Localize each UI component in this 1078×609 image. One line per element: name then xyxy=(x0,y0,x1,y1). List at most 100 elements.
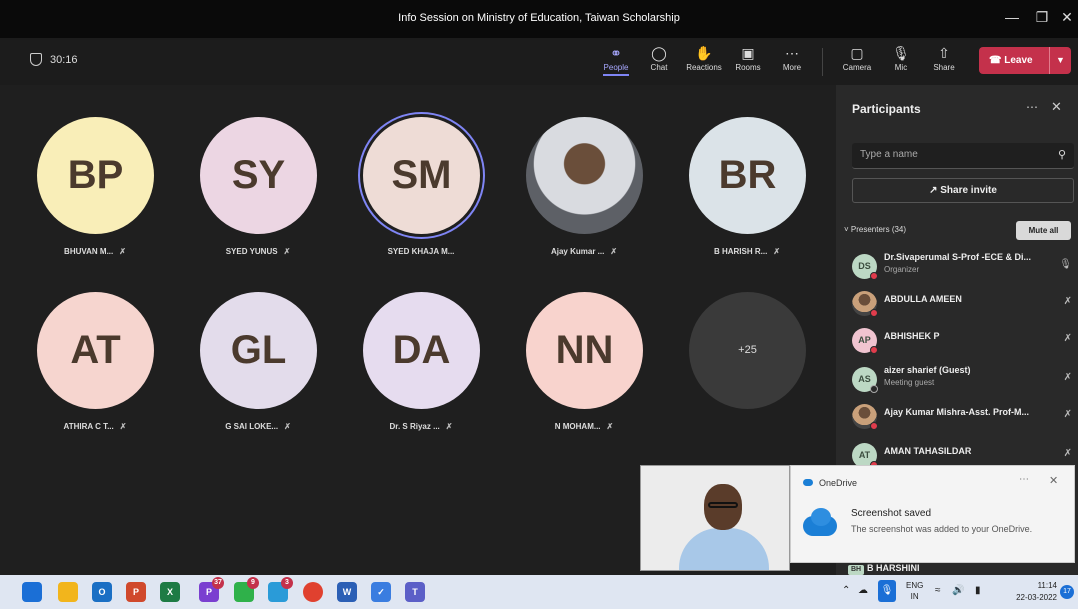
panel-more-icon[interactable]: ⋯ xyxy=(1026,100,1038,114)
close-window-button[interactable]: ✕ xyxy=(1055,9,1078,26)
panel-close-icon[interactable]: ✕ xyxy=(1051,99,1062,115)
meeting-toolbar: 30:16 ⚭ People ◯ Chat ✋ Reactions ▣ Rooms ⋯ M… xyxy=(0,38,1078,85)
avatar-photo xyxy=(526,117,643,234)
file-explorer-icon[interactable] xyxy=(58,582,78,602)
leave-dropdown-chevron-icon[interactable]: ▼ xyxy=(1049,47,1071,74)
mic-on-icon: 🎙 xyxy=(1059,259,1072,270)
mute-all-button[interactable]: Mute all xyxy=(1016,221,1071,240)
volume-icon[interactable]: 🔊 xyxy=(952,585,964,596)
presenters-header[interactable]: ˅ Presenters (34) xyxy=(844,225,906,234)
tile-name: G SAI LOKE... ✗ xyxy=(178,422,338,431)
onedrive-tray-icon[interactable]: ☁ xyxy=(858,585,868,596)
camera-label: Camera xyxy=(842,63,872,72)
avatar: BR xyxy=(689,117,806,234)
mic-muted-icon: ✗ xyxy=(1063,409,1072,420)
todo-icon[interactable]: ✓ xyxy=(371,582,391,602)
search-input[interactable] xyxy=(860,149,1040,160)
participant-name: Dr.Sivaperumal S-Prof -ECE & Di... xyxy=(884,252,1032,262)
share-invite-icon: ↗ xyxy=(929,185,938,196)
chevron-down-icon: ˅ xyxy=(844,225,849,234)
leave-button[interactable]: ☎ Leave ▼ xyxy=(979,47,1071,74)
mic-muted-icon: ✗ xyxy=(1063,448,1072,459)
onedrive-small-icon xyxy=(803,479,813,486)
participant-row[interactable]: Ajay Kumar Mishra-Asst. Prof-M... ✗ xyxy=(852,399,1074,435)
shield-icon xyxy=(30,53,42,66)
tile-name-text: G SAI LOKE... xyxy=(225,422,279,431)
chevron-up-icon[interactable]: ⌃ xyxy=(842,585,850,596)
rooms-button[interactable]: ▣ Rooms xyxy=(726,43,770,72)
participant-tile[interactable]: Ajay Kumar ... ✗ xyxy=(504,85,664,256)
leave-label: ☎ Leave xyxy=(989,55,1033,66)
clock-time: 11:14 xyxy=(1037,581,1057,590)
clock[interactable]: 11:14 22-03-2022 xyxy=(1005,580,1057,604)
chat-button[interactable]: ◯ Chat xyxy=(637,43,681,72)
notification-close-icon[interactable]: ✕ xyxy=(1049,474,1058,487)
notification-more-icon[interactable]: ⋯ xyxy=(1019,474,1029,485)
lang-line1: ENG xyxy=(906,581,924,590)
telegram-icon[interactable]: 3 xyxy=(268,577,293,602)
search-icon[interactable]: ⚲ xyxy=(1058,148,1066,161)
rooms-icon: ▣ xyxy=(741,45,755,61)
powerpoint-icon[interactable]: P xyxy=(126,582,146,602)
camera-button[interactable]: ▢ Camera xyxy=(835,43,879,72)
participant-tile[interactable]: DA Dr. S Riyaz ... ✗ xyxy=(341,260,501,431)
participant-tile[interactable]: NN N MOHAM... ✗ xyxy=(504,260,664,431)
participant-row[interactable]: AP ABHISHEK P ✗ xyxy=(852,323,1074,359)
self-video-glasses xyxy=(708,502,738,508)
status-dot xyxy=(870,309,878,317)
powerpoint-icon-2[interactable]: P 37 xyxy=(199,577,224,602)
chrome-icon[interactable] xyxy=(303,582,323,602)
self-video-preview[interactable] xyxy=(640,465,790,571)
tile-name: BHUVAN M... ✗ xyxy=(15,247,175,256)
excel-icon[interactable]: X xyxy=(160,582,180,602)
overflow-tile[interactable]: +25 xyxy=(667,260,827,420)
participant-tile[interactable]: BP BHUVAN M... ✗ xyxy=(15,85,175,256)
wifi-icon[interactable]: ≈ xyxy=(935,585,941,596)
participant-tile[interactable]: GL G SAI LOKE... ✗ xyxy=(178,260,338,431)
maximize-button[interactable]: ❐ xyxy=(1030,9,1054,26)
more-button[interactable]: ⋯ More xyxy=(770,43,814,72)
people-label: People xyxy=(603,63,629,72)
tile-name-text: BHUVAN M... xyxy=(64,247,114,256)
participant-tile[interactable]: SY SYED YUNUS ✗ xyxy=(178,85,338,256)
badge: 3 xyxy=(281,577,293,589)
mic-muted-icon: ✗ xyxy=(119,247,126,256)
word-icon[interactable]: W xyxy=(337,582,357,602)
onedrive-notification[interactable]: OneDrive ⋯ ✕ Screenshot saved The screen… xyxy=(790,465,1075,563)
mic-tray-icon[interactable]: 🎙 xyxy=(878,580,896,602)
avatar-initials: AS xyxy=(858,374,871,384)
minimize-button[interactable]: — xyxy=(1000,9,1024,25)
mic-icon: 🎙 xyxy=(892,45,910,61)
participant-name: ABHISHEK P xyxy=(884,331,940,341)
whatsapp-icon[interactable]: 9 xyxy=(234,577,259,602)
language-indicator[interactable]: ENG IN xyxy=(906,580,923,602)
app-letter: P xyxy=(205,587,212,597)
mic-muted-icon: ✗ xyxy=(1063,296,1072,307)
share-invite-button[interactable]: ↗ Share invite xyxy=(852,178,1074,203)
tile-name-text: Ajay Kumar ... xyxy=(550,247,605,256)
clock-date: 22-03-2022 xyxy=(1016,593,1057,602)
windows-start-icon[interactable] xyxy=(22,582,42,602)
tile-name-text: N MOHAM... xyxy=(554,422,601,431)
participant-avatar-photo xyxy=(852,291,878,317)
outlook-icon[interactable]: O xyxy=(92,582,112,602)
participant-tile[interactable]: BR B HARISH R... ✗ xyxy=(667,85,827,256)
battery-icon[interactable]: ▮ xyxy=(975,585,981,596)
notification-center-badge[interactable]: 17 xyxy=(1060,585,1074,599)
participant-row[interactable]: DS Dr.Sivaperumal S-Prof -ECE & Di... Or… xyxy=(852,249,1074,285)
share-button[interactable]: ⇧ Share xyxy=(922,43,966,72)
notification-app-name: OneDrive xyxy=(819,478,858,488)
mic-muted-icon: ✗ xyxy=(445,422,453,431)
participant-row[interactable]: ABDULLA AMEEN ✗ xyxy=(852,286,1074,322)
reactions-button[interactable]: ✋ Reactions xyxy=(682,43,726,72)
window-title: Info Session on Ministry of Education, T… xyxy=(398,12,680,24)
people-button[interactable]: ⚭ People xyxy=(594,43,638,76)
mic-button[interactable]: 🎙 Mic xyxy=(879,43,923,72)
phone-hangup-icon: ☎ xyxy=(989,55,1002,66)
participant-tile[interactable]: SM SYED KHAJA M... xyxy=(341,85,501,256)
active-underline xyxy=(603,74,629,76)
participant-row[interactable]: AS aizer sharief (Guest) Meeting guest ✗ xyxy=(852,362,1074,398)
teams-icon[interactable]: T xyxy=(405,582,425,602)
participant-tile[interactable]: AT ATHIRA C T... ✗ xyxy=(15,260,175,431)
more-label: More xyxy=(782,63,802,72)
